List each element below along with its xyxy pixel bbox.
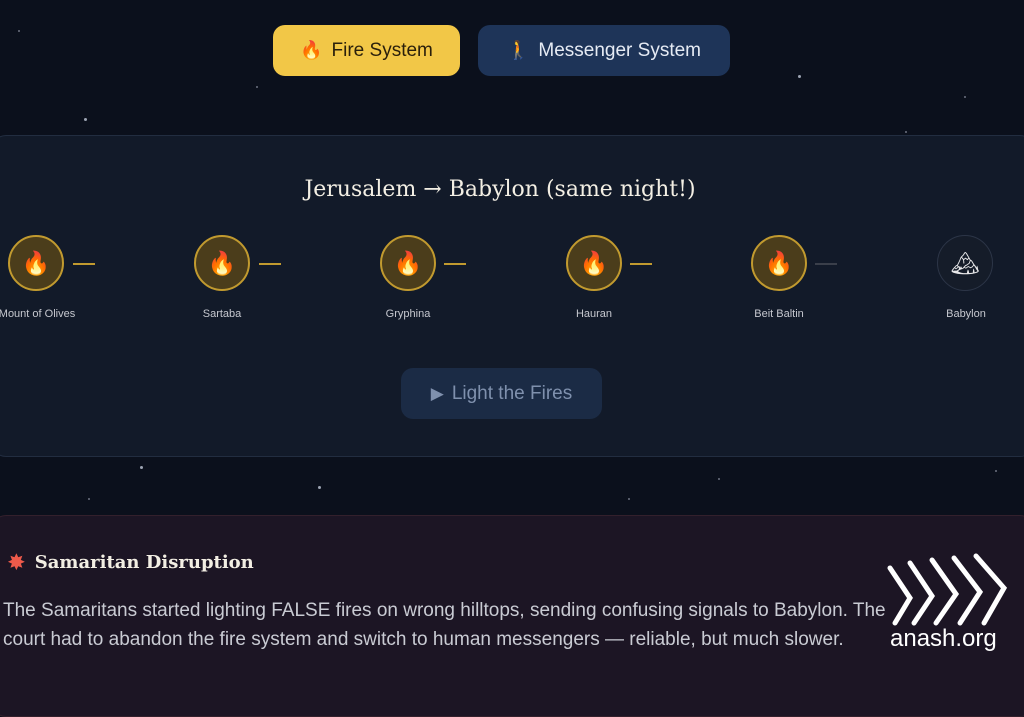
- fire-icon: 🔥: [21, 249, 51, 276]
- mountain-icon: 🏔: [950, 249, 980, 276]
- disruption-line-1: The Samaritans started lighting FALSE fi…: [3, 600, 886, 621]
- station-label: Mount of Olives: [0, 308, 76, 320]
- fire-system-button[interactable]: 🔥 Fire System: [273, 25, 460, 76]
- station-label: Beit Baltin: [754, 308, 804, 320]
- station-label: Gryphina: [385, 308, 431, 320]
- station-label: Babylon: [946, 308, 986, 320]
- watermark-text: anash.org: [890, 625, 997, 652]
- messenger-system-button[interactable]: 🚶 Messenger System: [478, 25, 730, 76]
- burst-icon: ✸: [8, 550, 25, 574]
- walking-person-icon: 🚶: [506, 40, 530, 60]
- station-gryphina: 🔥: [380, 235, 436, 291]
- route-connector: [259, 263, 281, 265]
- route-connector: [630, 263, 652, 265]
- fire-icon: 🔥: [393, 249, 423, 276]
- station-hauran: 🔥: [566, 235, 622, 291]
- fire-icon: 🔥: [764, 249, 794, 276]
- station-label: Hauran: [575, 308, 613, 320]
- route-title: Jerusalem → Babylon (same night!): [304, 177, 696, 202]
- fire-icon: 🔥: [300, 40, 323, 60]
- light-the-fires-button[interactable]: ▶ Light the Fires: [401, 368, 602, 419]
- fire-system-label: Fire System: [331, 39, 433, 61]
- station-mount-of-olives: 🔥: [8, 235, 64, 291]
- route-connector: [73, 263, 95, 265]
- station-sartaba: 🔥: [194, 235, 250, 291]
- fire-icon: 🔥: [579, 249, 609, 276]
- disruption-line-2: court had to abandon the fire system and…: [3, 629, 844, 650]
- messenger-system-label: Messenger System: [538, 39, 702, 61]
- fire-icon: 🔥: [207, 249, 237, 276]
- route-connector: [815, 263, 837, 265]
- disruption-title: ✸ Samaritan Disruption: [8, 550, 254, 574]
- disruption-description: The Samaritans started lighting FALSE fi…: [3, 596, 1003, 654]
- station-beit-baltin: 🔥: [751, 235, 807, 291]
- station-babylon: 🏔: [937, 235, 993, 291]
- route-connector: [444, 263, 466, 265]
- disruption-title-text: Samaritan Disruption: [34, 551, 254, 573]
- light-the-fires-label: Light the Fires: [451, 382, 573, 404]
- play-icon: ▶: [430, 383, 444, 403]
- station-label: Sartaba: [202, 308, 242, 320]
